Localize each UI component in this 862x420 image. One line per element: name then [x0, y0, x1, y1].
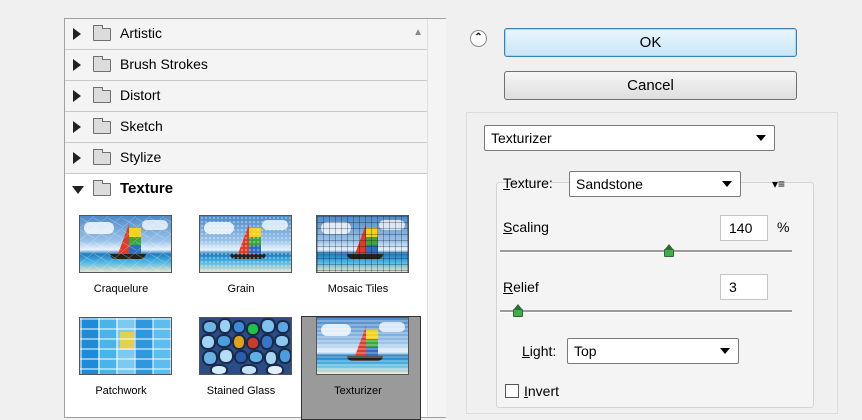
folder-icon — [93, 118, 111, 134]
relief-slider-track[interactable] — [500, 310, 792, 313]
scaling-input[interactable]: 140 — [720, 215, 768, 241]
expand-arrow-icon[interactable] — [73, 59, 81, 71]
category-texture[interactable]: Texture — [65, 174, 427, 205]
invert-checkbox[interactable] — [505, 384, 519, 398]
expand-arrow-icon[interactable] — [73, 121, 81, 133]
scaling-slider-track[interactable] — [500, 250, 792, 253]
category-label: Stylize — [120, 149, 162, 165]
expand-arrow-icon[interactable] — [73, 28, 81, 40]
category-label: Distort — [120, 87, 161, 103]
relief-input[interactable]: 3 — [720, 274, 768, 300]
filter-gallery-panel: Artistic ▲ Brush Strokes Distort Sketch … — [64, 18, 446, 420]
chevron-down-icon — [720, 348, 730, 354]
texturizer-preview-image — [316, 317, 409, 375]
cancel-button[interactable]: Cancel — [504, 71, 797, 100]
light-dropdown[interactable]: Top — [567, 338, 739, 364]
thumbnail-label: Craquelure — [93, 283, 149, 295]
texture-label: Texture: — [503, 175, 553, 191]
texture-dropdown[interactable]: Sandstone — [569, 171, 741, 197]
grain-preview-image — [199, 215, 292, 273]
category-artistic[interactable]: Artistic ▲ — [65, 19, 427, 50]
collapse-arrow-icon[interactable] — [72, 186, 84, 194]
light-label: Light: — [522, 343, 557, 359]
scaling-unit: % — [777, 219, 790, 235]
category-label: Texture — [120, 180, 174, 197]
texture-dropdown-value: Sandstone — [576, 176, 643, 192]
category-distort[interactable]: Distort — [65, 81, 427, 112]
category-stylize[interactable]: Stylize — [65, 143, 427, 174]
stained-glass-preview-image — [199, 317, 292, 375]
craquelure-preview-image — [79, 215, 172, 273]
texture-menu-icon[interactable]: ▾≡ — [772, 177, 785, 191]
thumbnail-label: Texturizer — [334, 385, 382, 397]
category-brush-strokes[interactable]: Brush Strokes — [65, 50, 427, 81]
collapse-gallery-button[interactable]: ⌃ — [470, 30, 487, 47]
thumbnail-label: Mosaic Tiles — [327, 283, 389, 295]
filter-dropdown[interactable]: Texturizer — [484, 125, 775, 151]
chevron-down-icon — [722, 181, 732, 187]
folder-icon — [93, 25, 111, 41]
category-label: Brush Strokes — [120, 56, 208, 72]
thumbnail-label: Grain — [227, 283, 255, 295]
expand-arrow-icon[interactable] — [73, 152, 81, 164]
folder-icon — [93, 87, 111, 103]
category-label: Sketch — [120, 118, 163, 134]
patchwork-preview-image — [79, 317, 172, 375]
thumbnail-label: Patchwork — [95, 385, 147, 397]
category-sketch[interactable]: Sketch — [65, 112, 427, 143]
thumbnail-label: Stained Glass — [206, 385, 276, 397]
folder-icon — [93, 149, 111, 165]
gallery-scrollbar[interactable] — [427, 19, 446, 417]
light-dropdown-value: Top — [574, 343, 597, 359]
scroll-up-icon[interactable]: ▲ — [413, 27, 423, 38]
chevron-down-icon — [756, 135, 766, 141]
filter-dropdown-value: Texturizer — [491, 130, 552, 146]
ok-button[interactable]: OK — [504, 28, 797, 57]
folder-icon — [93, 56, 111, 72]
folder-open-icon — [93, 180, 111, 196]
invert-label: Invert — [524, 383, 560, 399]
scaling-label: Scaling — [503, 219, 549, 235]
mosaic-tiles-preview-image — [316, 215, 409, 273]
relief-label: Relief — [503, 279, 539, 295]
expand-arrow-icon[interactable] — [73, 90, 81, 102]
category-label: Artistic — [120, 25, 162, 41]
